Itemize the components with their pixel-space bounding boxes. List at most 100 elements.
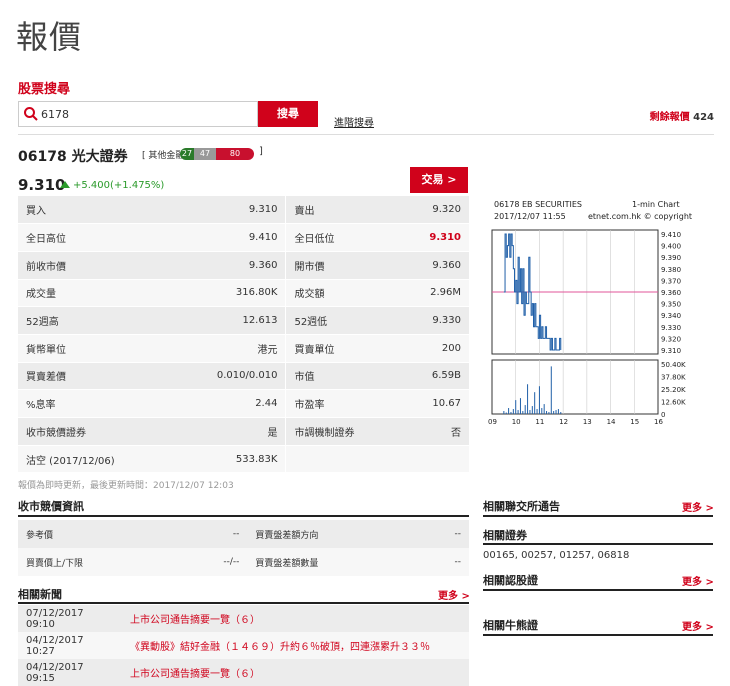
chart-copyright: etnet.com.hk © copyright [588, 212, 693, 221]
trade-button[interactable]: 交易 > [410, 167, 468, 193]
auction-label: 買賣盤差額數量 [247, 548, 420, 576]
news-item[interactable]: 07/12/2017 09:10 上市公司通告摘要一覽（６） [18, 605, 469, 632]
news-date: 04/12/2017 10:27 [18, 632, 122, 659]
advanced-search-link[interactable]: 進階搜尋 [334, 114, 374, 129]
price-tick-label: 9.390 [661, 254, 681, 262]
stock-sector[interactable]: [ 其他金融 [142, 148, 184, 161]
news-headline[interactable]: 上市公司通告摘要一覽（６） [122, 659, 469, 686]
news-headline[interactable]: 上市公司通告摘要一覽（６） [122, 605, 469, 632]
quote-value: 316.80K [172, 279, 287, 308]
auction-value: -- [177, 520, 248, 548]
auction-value: --/-- [177, 548, 248, 576]
quote-value: 12.613 [172, 306, 287, 335]
quote-label: 收市競價證券 [18, 417, 173, 446]
auction-label: 買賣價上/下限 [18, 548, 178, 576]
price-change-value: +5.400(+1.475%) [73, 180, 165, 191]
quote-row: 買入 9.310 賣出 9.320 [18, 196, 469, 225]
auction-row: 參考價 -- 買賣盤差額方向 -- [18, 520, 469, 548]
x-tick-label: 14 [607, 418, 616, 426]
auction-value: -- [419, 548, 469, 576]
news-date: 04/12/2017 09:15 [18, 659, 122, 686]
auction-table: 參考價 -- 買賣盤差額方向 -- 買賣價上/下限 --/-- 買賣盤差額數量 -- [18, 520, 469, 576]
search-input[interactable] [41, 104, 251, 124]
quote-label: 成交量 [18, 279, 173, 308]
volume-tick-label: 37.80K [661, 374, 686, 382]
quote-value: 9.410 [172, 223, 287, 252]
price-change: +5.400(+1.475%) [60, 180, 164, 191]
quote-label: 成交額 [285, 279, 399, 308]
quote-label: 市值 [285, 362, 399, 391]
quote-row: 全日高位 9.410 全日低位 9.310 [18, 223, 469, 252]
related-cbbc-title: 相關牛熊證 [483, 619, 538, 632]
rating-badge-red: 80 [216, 148, 254, 160]
quote-value: 9.330 [398, 306, 469, 335]
quote-value: 0.010/0.010 [172, 362, 287, 391]
quote-value: 6.59B [398, 362, 469, 391]
quote-value: 533.83K [172, 445, 287, 474]
news-divider [18, 602, 469, 604]
quote-label: 全日低位 [285, 223, 399, 252]
chart-type: 1-min Chart [632, 200, 680, 209]
auction-row: 買賣價上/下限 --/-- 買賣盤差額數量 -- [18, 548, 469, 576]
news-headline[interactable]: 《異動股》結好金融（１４６９）升約６％破頂，四連漲累升３３％ [122, 632, 469, 659]
price-tick-label: 9.400 [661, 243, 681, 251]
up-arrow-icon [60, 181, 70, 188]
auction-label: 買賣盤差額方向 [247, 520, 420, 548]
quote-value: 2.44 [172, 389, 287, 418]
search-button[interactable]: 搜尋 [258, 101, 318, 127]
price-tick-label: 9.370 [661, 277, 681, 285]
quote-value: 是 [172, 417, 287, 446]
price-tick-label: 9.360 [661, 289, 681, 297]
related-securities-list[interactable]: 00165, 00257, 01257, 06818 [483, 550, 629, 561]
related-securities-divider [483, 543, 713, 545]
rating-badge-green: 27 [180, 148, 194, 160]
price-tick-label: 9.330 [661, 324, 681, 332]
news-more-link[interactable]: 更多 > [438, 587, 470, 602]
quote-label: 買賣差價 [18, 362, 173, 391]
chart-timestamp: 2017/12/07 11:55 [494, 212, 566, 221]
news-item[interactable]: 04/12/2017 09:15 上市公司通告摘要一覽（６） [18, 659, 469, 686]
quote-value: 港元 [172, 334, 287, 363]
auction-title: 收市競價資訊 [18, 500, 84, 513]
intraday-chart: 9.410 9.400 9.390 9.380 9.370 9.360 9.350 9.340… [488, 229, 686, 426]
realtime-quota[interactable]: 剩餘報價 424 [650, 108, 714, 123]
quote-value: 9.310 [172, 196, 287, 225]
news-item[interactable]: 04/12/2017 10:27 《異動股》結好金融（１４６９）升約６％破頂，四連… [18, 632, 469, 659]
quote-row: 52週高 12.613 52週低 9.330 [18, 306, 469, 335]
chart-title: 06178 EB SECURITIES [494, 200, 582, 209]
price-tick-label: 9.410 [661, 231, 681, 239]
x-tick-label: 13 [583, 418, 592, 426]
quote-value: 否 [398, 417, 469, 446]
quote-row: 收市競價證券是市調機制證券否 [18, 417, 469, 446]
auction-label: 參考價 [18, 520, 178, 548]
quote-label: 52週高 [18, 306, 173, 335]
rating-badge-grey: 47 [194, 148, 216, 160]
quote-label: 買賣單位 [285, 334, 399, 363]
related-warrants-title: 相關認股證 [483, 574, 538, 587]
quote-table: 買入 9.310 賣出 9.320 全日高位 9.410 全日低位 9.310 前收市價 9.36… [18, 196, 469, 474]
quote-value: 10.67 [398, 389, 469, 418]
related-cbbc-more[interactable]: 更多 > [682, 618, 714, 633]
quote-label: 市盈率 [285, 389, 399, 418]
related-warrants-divider [483, 589, 713, 591]
quote-label: 前收市價 [18, 251, 173, 280]
quote-row: %息率 2.44 市盈率 10.67 [18, 389, 469, 418]
stock-price: 9.310 [18, 176, 66, 194]
realtime-quota-count: 424 [693, 112, 714, 123]
volume-tick-label: 25.20K [661, 386, 686, 394]
quote-row: 成交量 316.80K 成交額 2.96M [18, 279, 469, 308]
quote-label: 市調機制證券 [285, 417, 399, 446]
x-tick-label: 15 [630, 418, 639, 426]
quote-value: 9.320 [398, 196, 469, 225]
related-warrants-more[interactable]: 更多 > [682, 573, 714, 588]
quote-label: 全日高位 [18, 223, 173, 252]
related-cbbc-divider [483, 634, 713, 636]
quote-value: 9.310 [398, 223, 469, 252]
update-note: 報價為即時更新，最後更新時間：2017/12/07 12:03 [18, 481, 234, 491]
stock-code-name: 06178 光大證券 [18, 149, 128, 165]
volume-tick-label: 50.40K [661, 361, 686, 369]
search-box [18, 101, 258, 127]
quote-row: 貨幣單位 港元 買賣單位 200 [18, 334, 469, 363]
exchange-notice-more[interactable]: 更多 > [682, 499, 714, 514]
quote-value [398, 445, 469, 474]
